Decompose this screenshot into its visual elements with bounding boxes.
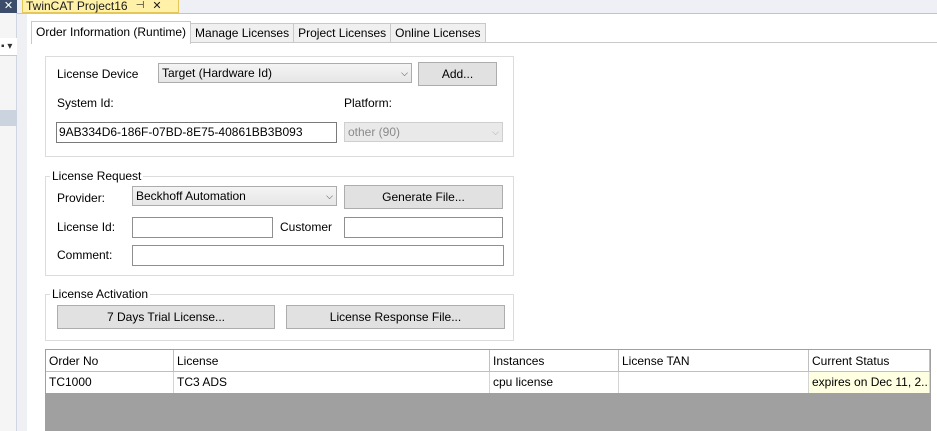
tab-online-licenses[interactable]: Online Licenses — [390, 23, 486, 43]
provider-value: Beckhoff Automation — [136, 189, 246, 203]
tab-project-licenses[interactable]: Project Licenses — [293, 23, 392, 43]
column-header-order-no[interactable]: Order No — [46, 350, 174, 372]
license-id-field[interactable] — [132, 217, 273, 238]
editor-gutter — [17, 13, 27, 431]
license-table: Order No License Instances License TAN C… — [45, 349, 931, 431]
license-device-label: License Device — [57, 67, 139, 81]
document-tab-bar: TwinCAT Project16 ⊣ ✕ — [17, 0, 937, 13]
license-device-value: Target (Hardware Id) — [162, 66, 273, 80]
solution-explorer-edge: ✕ ▪ ▾ — [0, 0, 17, 431]
platform-label: Platform: — [344, 96, 393, 110]
document-tab-accent-line — [17, 13, 937, 14]
cell-order-no[interactable]: TC1000 — [46, 372, 174, 393]
license-device-select[interactable]: Target (Hardware Id) ⌵ — [158, 63, 412, 83]
comment-label: Comment: — [57, 248, 113, 262]
provider-label: Provider: — [57, 191, 106, 205]
column-header-instances[interactable]: Instances — [490, 350, 619, 372]
system-id-label: System Id: — [57, 96, 114, 110]
tab-order-information[interactable]: Order Information (Runtime) — [31, 21, 192, 44]
cell-current-status[interactable]: expires on Dec 11, 2... — [809, 372, 930, 393]
license-activation-title: License Activation — [50, 287, 151, 301]
provider-select[interactable]: Beckhoff Automation ⌵ — [132, 186, 337, 206]
license-id-label: License Id: — [57, 220, 116, 234]
close-icon[interactable]: ✕ — [152, 0, 161, 12]
customer-field[interactable] — [344, 217, 503, 238]
trial-license-button[interactable]: 7 Days Trial License... — [57, 305, 275, 329]
add-button[interactable]: Add... — [418, 62, 497, 86]
cell-license[interactable]: TC3 ADS — [174, 372, 490, 393]
toolbar-dropdown[interactable]: ▪ ▾ — [0, 38, 17, 56]
license-response-file-button[interactable]: License Response File... — [286, 305, 505, 329]
comment-field[interactable] — [132, 245, 504, 266]
chevron-down-icon: ⌵ — [401, 68, 408, 78]
pin-icon[interactable]: ⊣ — [136, 0, 145, 12]
customer-label: Customer — [280, 220, 333, 234]
chevron-down-icon: ⌵ — [492, 127, 499, 137]
license-tabs: Order Information (Runtime) Manage Licen… — [31, 21, 486, 44]
platform-value: other (90) — [348, 125, 401, 139]
selected-tree-item[interactable] — [0, 110, 17, 126]
document-tab[interactable]: TwinCAT Project16 ⊣ ✕ — [22, 0, 179, 13]
tab-manage-licenses[interactable]: Manage Licenses — [190, 23, 295, 43]
license-request-title: License Request — [50, 169, 144, 183]
document-tab-title: TwinCAT Project16 — [26, 0, 128, 13]
platform-select[interactable]: other (90) ⌵ — [344, 122, 503, 142]
system-id-field[interactable]: 9AB334D6-186F-07BD-8E75-40861BB3B093 — [56, 122, 337, 143]
cell-instances[interactable]: cpu license — [490, 372, 619, 393]
table-header: Order No License Instances License TAN C… — [46, 350, 930, 372]
close-icon[interactable]: ✕ — [0, 0, 17, 13]
column-header-current-status[interactable]: Current Status — [809, 350, 930, 372]
cell-license-tan[interactable] — [619, 372, 809, 393]
column-header-license[interactable]: License — [174, 350, 490, 372]
chevron-down-icon: ⌵ — [326, 191, 333, 201]
table-row[interactable]: TC1000 TC3 ADS cpu license expires on De… — [46, 372, 930, 393]
generate-file-button[interactable]: Generate File... — [344, 185, 503, 209]
column-header-license-tan[interactable]: License TAN — [619, 350, 809, 372]
